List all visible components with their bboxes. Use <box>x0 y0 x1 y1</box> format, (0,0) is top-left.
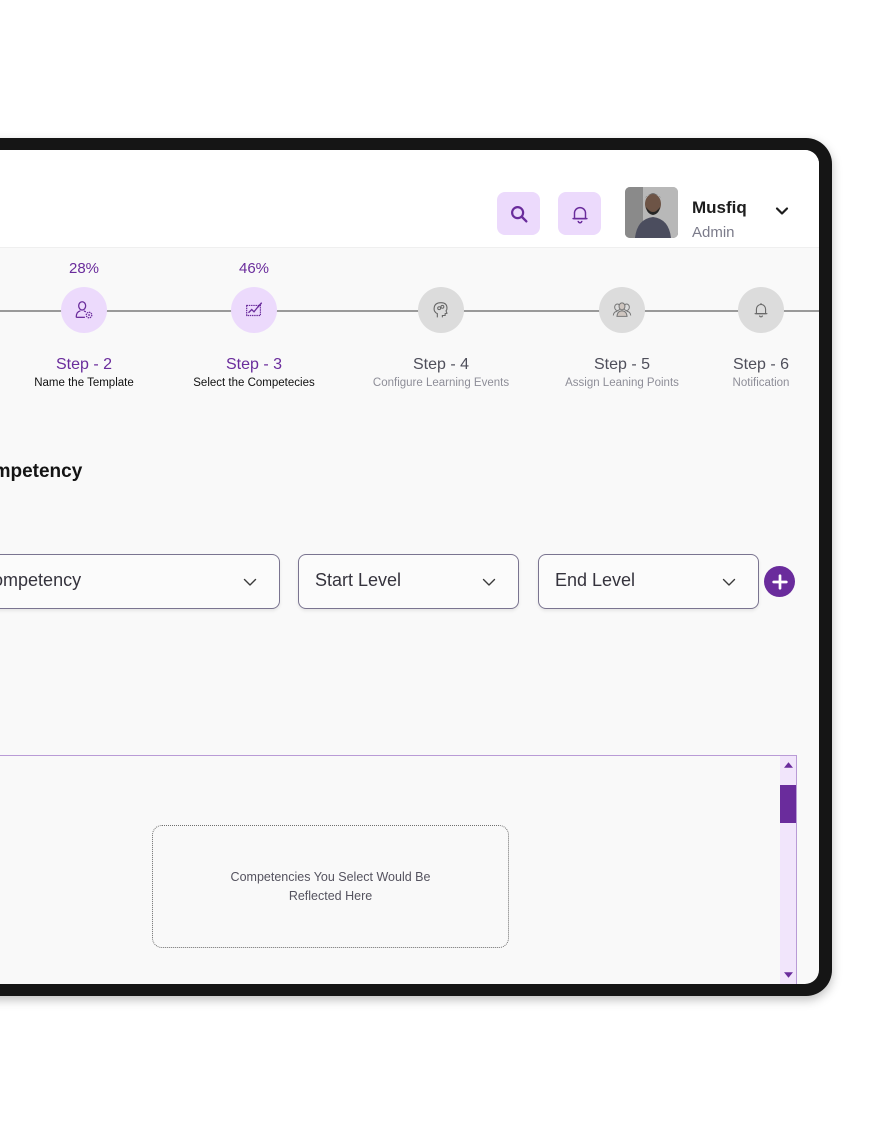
step-circle[interactable] <box>599 287 645 333</box>
step-percent <box>542 260 702 280</box>
progress-stepper: 28% Step - 2 Name the Template 46% Step … <box>0 260 819 400</box>
step-percent <box>681 260 819 280</box>
step-subtitle: Configure Learning Events <box>372 377 510 389</box>
step-circle[interactable] <box>231 287 277 333</box>
step-3[interactable]: 46% Step - 3 Select the Competecies <box>174 260 334 389</box>
competency-select-value: Select Competency <box>0 570 82 590</box>
group-icon <box>612 302 632 317</box>
step-title: Step - 4 <box>412 356 470 373</box>
scroll-up-button[interactable] <box>780 758 796 772</box>
search-icon <box>510 205 528 223</box>
step-subtitle: Notification <box>732 377 790 389</box>
brain-icon <box>433 302 448 318</box>
bell-icon <box>571 206 588 223</box>
step-title: Step - 6 <box>732 356 790 373</box>
chevron-down-icon <box>722 578 736 586</box>
step-circle[interactable] <box>738 287 784 333</box>
notifications-button[interactable] <box>558 192 601 235</box>
user-avatar[interactable] <box>625 187 678 238</box>
empty-state-text: Competencies You Select Would Be Reflect… <box>230 869 431 903</box>
step-circle[interactable] <box>61 287 107 333</box>
step-percent <box>361 260 521 280</box>
step-title: Step - 2 <box>55 356 113 373</box>
step-4[interactable]: Step - 4 Configure Learning Events <box>361 260 521 389</box>
scroll-down-button[interactable] <box>780 968 796 982</box>
step-subtitle: Assign Leaning Points <box>565 377 679 389</box>
app-screen: Musfiq Admin 28% Step - 2 Name the Templ… <box>0 150 819 984</box>
section-title-text: Select Competency <box>0 461 83 482</box>
step-circle[interactable] <box>418 287 464 333</box>
user-settings-icon <box>75 301 93 319</box>
chevron-down-icon <box>243 578 257 586</box>
step-percent: 28% <box>68 260 100 277</box>
person-photo-icon <box>625 187 678 238</box>
step-title: Step - 3 <box>225 356 283 373</box>
chevron-down-icon[interactable] <box>774 203 790 219</box>
scroll-thumb[interactable] <box>780 785 796 823</box>
caret-up-icon <box>783 762 793 768</box>
list-scrollbar[interactable] <box>780 756 796 984</box>
end-level-select[interactable]: End Level <box>538 554 759 609</box>
user-name: Musfiq <box>692 198 747 217</box>
step-title: Step - 5 <box>593 356 651 373</box>
start-level-select-value: Start Level <box>315 570 402 590</box>
empty-state-box: Competencies You Select Would Be Reflect… <box>152 825 509 948</box>
chart-edit-icon <box>246 302 263 317</box>
step-subtitle: Select the Competecies <box>193 377 315 389</box>
step-percent: 46% <box>238 260 270 277</box>
competency-select[interactable]: Select Competency <box>0 554 280 609</box>
section-title: Select Competency <box>0 461 167 483</box>
selected-competencies-list: Competencies You Select Would Be Reflect… <box>0 755 797 984</box>
step-2[interactable]: 28% Step - 2 Name the Template <box>4 260 164 389</box>
plus-icon <box>771 573 788 590</box>
search-button[interactable] <box>497 192 540 235</box>
add-competency-button[interactable] <box>764 566 795 597</box>
step-6[interactable]: Step - 6 Notification <box>681 260 819 389</box>
step-5[interactable]: Step - 5 Assign Leaning Points <box>542 260 702 389</box>
start-level-select[interactable]: Start Level <box>298 554 519 609</box>
bell-icon <box>754 303 768 318</box>
top-bar: Musfiq Admin <box>0 150 819 248</box>
end-level-select-value: End Level <box>555 570 636 590</box>
user-role: Admin <box>692 224 735 241</box>
caret-down-icon <box>783 972 793 978</box>
step-subtitle: Name the Template <box>34 377 134 389</box>
chevron-down-icon <box>482 578 496 586</box>
